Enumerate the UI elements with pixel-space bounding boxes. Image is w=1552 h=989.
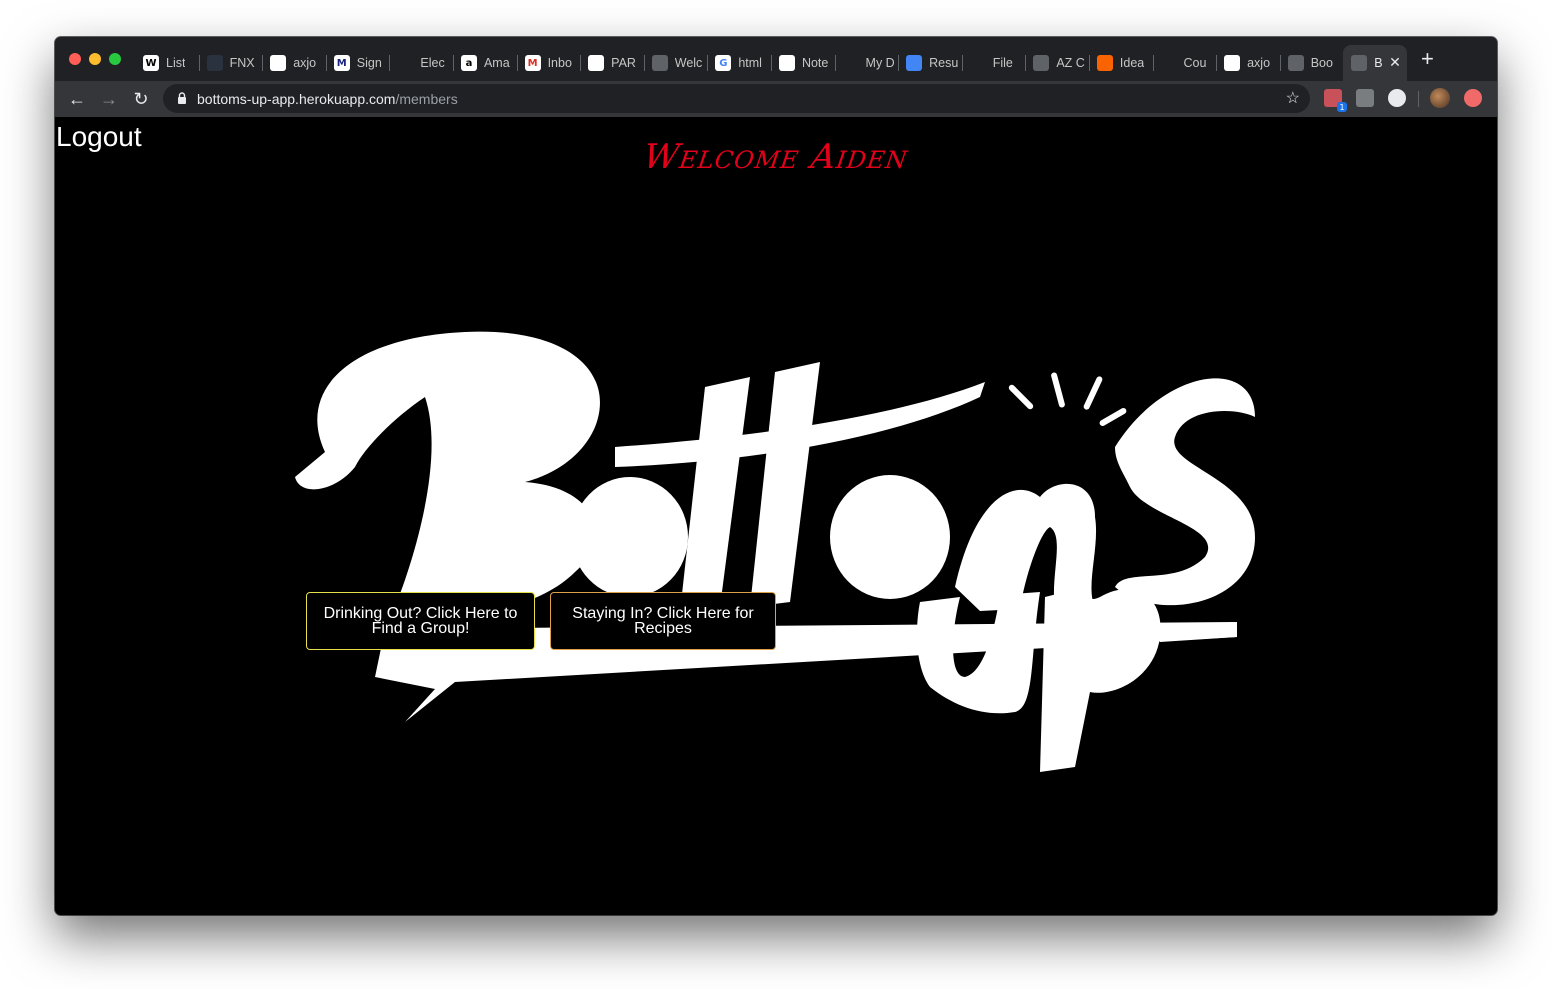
- docs-icon: [906, 55, 923, 71]
- tab-title: Sign: [356, 56, 382, 70]
- close-tab-icon[interactable]: ✕: [1389, 54, 1401, 71]
- globe-icon: [1033, 55, 1050, 71]
- browser-tab[interactable]: Boo: [1279, 45, 1344, 81]
- tab-title: AZ C: [1056, 56, 1085, 70]
- profile-avatar[interactable]: [1430, 88, 1450, 108]
- tab-title: FNX: [229, 56, 255, 70]
- github-icon: [270, 55, 287, 71]
- lock-icon: [178, 92, 186, 104]
- browser-tab[interactable]: Welc: [643, 45, 708, 81]
- bottoms-up-logo: [295, 331, 1255, 772]
- back-button[interactable]: ←: [64, 86, 90, 112]
- google-icon: G: [715, 55, 732, 71]
- tab-title: Boo: [1310, 56, 1333, 70]
- browser-window: W List FNX axjo M Sign Elec a Ama M Inbo PAR Welc Ght…: [55, 37, 1497, 915]
- tab-title: Idea: [1119, 56, 1145, 70]
- github-icon: [1224, 55, 1241, 71]
- tab-title: List: [166, 56, 186, 70]
- browser-tab[interactable]: axjo: [1216, 45, 1280, 81]
- amazon-icon: a: [460, 55, 477, 71]
- tab-title: Resu: [929, 56, 959, 70]
- par-icon: [588, 55, 605, 71]
- tab-title: Cou: [1183, 56, 1207, 70]
- tab-title: PAR: [611, 56, 636, 70]
- browser-tab[interactable]: Note: [770, 45, 835, 81]
- tab-title: File: [992, 56, 1013, 70]
- tab-title: Welc: [674, 56, 703, 70]
- extension-badge: 1: [1337, 102, 1347, 112]
- drive-icon: [842, 55, 859, 71]
- tab-title: Note: [801, 56, 829, 70]
- tab-title: html: [738, 56, 762, 70]
- browser-tab[interactable]: My D: [834, 45, 899, 81]
- page-content: Logout Welcome Aiden Drinking Out? Click…: [55, 117, 1497, 915]
- browser-tab[interactable]: Ghtml: [707, 45, 771, 81]
- browser-tab[interactable]: Idea: [1088, 45, 1153, 81]
- circle-extension-icon[interactable]: [1388, 89, 1406, 107]
- browser-tab[interactable]: AZ C: [1025, 45, 1089, 81]
- reload-button[interactable]: ↻: [128, 86, 154, 112]
- toolbar-divider: [1418, 91, 1419, 107]
- url-path: /members: [395, 90, 458, 107]
- welcome-heading: Welcome Aiden: [641, 137, 911, 177]
- close-window-button[interactable]: [69, 53, 81, 65]
- bars-icon: [969, 55, 986, 71]
- tab-title: Ama: [483, 56, 510, 70]
- staying-in-button[interactable]: Staying In? Click Here for Recipes: [550, 592, 776, 650]
- address-bar[interactable]: bottoms-up-app.herokuapp.com/members ☆: [163, 84, 1310, 113]
- globe-icon: [1351, 55, 1368, 71]
- browser-tab[interactable]: B ✕: [1343, 45, 1407, 81]
- tab-title: B: [1374, 56, 1383, 70]
- tab-title: My D: [865, 56, 895, 70]
- browser-tab[interactable]: M Inbo: [516, 45, 581, 81]
- bars-icon: [397, 55, 414, 71]
- browser-tab[interactable]: W List: [135, 45, 199, 81]
- zoom-window-button[interactable]: [109, 53, 121, 65]
- home-depot-icon: [1096, 55, 1113, 71]
- browser-tab[interactable]: Elec: [389, 45, 453, 81]
- globe-icon: [651, 55, 668, 71]
- puzzle-extension-icon[interactable]: [1356, 89, 1374, 107]
- shield-icon: [1160, 55, 1177, 71]
- browser-tab[interactable]: axjo: [262, 45, 326, 81]
- tab-strip: W List FNX axjo M Sign Elec a Ama M Inbo PAR Welc Ght…: [55, 37, 1497, 81]
- github-icon: [778, 55, 795, 71]
- drinking-out-button[interactable]: Drinking Out? Click Here to Find a Group…: [306, 592, 535, 650]
- new-tab-button[interactable]: +: [1421, 48, 1434, 70]
- tab-list: W List FNX axjo M Sign Elec a Ama M Inbo PAR Welc Ght…: [135, 45, 1407, 81]
- tab-title: Elec: [420, 56, 445, 70]
- browser-tab[interactable]: File: [961, 45, 1026, 81]
- browser-tab[interactable]: FNX: [198, 45, 263, 81]
- browser-tab[interactable]: PAR: [580, 45, 644, 81]
- gmail-icon: M: [524, 55, 541, 71]
- bookmark-star-icon[interactable]: ☆: [1286, 88, 1300, 108]
- m-icon: M: [333, 55, 350, 71]
- url-host: bottoms-up-app.herokuapp.com: [197, 90, 396, 107]
- browser-toolbar: ← → ↻ bottoms-up-app.herokuapp.com/membe…: [55, 81, 1497, 117]
- tab-title: axjo: [1247, 56, 1271, 70]
- browser-tab[interactable]: a Ama: [452, 45, 517, 81]
- wikipedia-icon: W: [143, 55, 159, 71]
- forward-button[interactable]: →: [96, 86, 122, 112]
- tab-title: Inbo: [547, 56, 572, 70]
- extension-icon[interactable]: 1: [1324, 89, 1347, 112]
- update-icon[interactable]: [1464, 89, 1482, 107]
- tab-title: axjo: [293, 56, 317, 70]
- browser-tab[interactable]: M Sign: [325, 45, 390, 81]
- fnx-icon: [206, 55, 223, 71]
- browser-tab[interactable]: Resu: [898, 45, 962, 81]
- minimize-window-button[interactable]: [89, 53, 101, 65]
- browser-tab[interactable]: Cou: [1152, 45, 1217, 81]
- globe-icon: [1287, 55, 1304, 71]
